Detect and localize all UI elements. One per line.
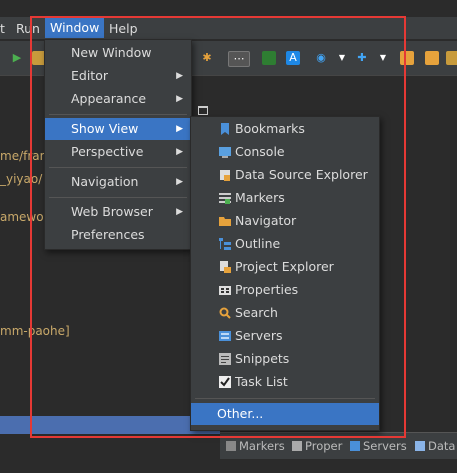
dropdown-icon[interactable]: ▼ bbox=[335, 51, 349, 65]
menu-item-appearance[interactable]: Appearance ▶ bbox=[45, 88, 191, 110]
menu-item-show-view[interactable]: Show View ▶ bbox=[45, 118, 191, 140]
menu-item-properties[interactable]: Properties bbox=[191, 279, 379, 301]
bookmark-icon bbox=[221, 123, 229, 135]
submenu-arrow-icon: ▶ bbox=[176, 71, 183, 81]
tool-icon[interactable]: ✱ bbox=[200, 51, 214, 65]
folder-icon bbox=[219, 217, 231, 226]
menu-separator bbox=[49, 167, 187, 168]
editor-line: amewor bbox=[0, 210, 49, 224]
tab-properties[interactable]: Proper bbox=[292, 439, 342, 453]
menu-file-partial[interactable]: t bbox=[0, 20, 5, 38]
folder-icon[interactable] bbox=[425, 51, 439, 65]
show-view-submenu: Bookmarks Console Data Source Explorer M… bbox=[190, 116, 380, 431]
globe-icon[interactable]: ◉ bbox=[314, 51, 328, 65]
project-explorer-icon bbox=[220, 261, 231, 273]
outline-icon bbox=[219, 238, 231, 250]
tab-markers[interactable]: Markers bbox=[226, 439, 285, 453]
menu-item-data-source-explorer[interactable]: Data Source Explorer bbox=[191, 164, 379, 186]
server-icon bbox=[219, 331, 231, 341]
menu-item-project-explorer[interactable]: Project Explorer bbox=[191, 256, 379, 278]
window-menu: New Window Editor ▶ Appearance ▶ Show View… bbox=[44, 39, 192, 250]
dropdown-icon[interactable]: ▼ bbox=[376, 51, 390, 65]
tab-servers[interactable]: Servers bbox=[350, 439, 407, 453]
submenu-arrow-icon: ▶ bbox=[176, 207, 183, 217]
menu-item-task-list[interactable]: Task List bbox=[191, 371, 379, 393]
bottom-view-tabs: Markers Proper Servers Data S bbox=[220, 432, 457, 459]
menu-help[interactable]: Help bbox=[109, 20, 138, 38]
properties-icon bbox=[292, 441, 302, 451]
menu-item-preferences[interactable]: Preferences bbox=[45, 224, 191, 246]
menu-item-navigator[interactable]: Navigator bbox=[191, 210, 379, 232]
console-icon bbox=[219, 147, 231, 158]
run-icon[interactable]: ▶ bbox=[10, 51, 24, 65]
menu-separator bbox=[195, 398, 375, 399]
submenu-arrow-icon: ▶ bbox=[176, 124, 183, 134]
submenu-arrow-icon: ▶ bbox=[176, 147, 183, 157]
open-folder-icon[interactable] bbox=[400, 51, 414, 65]
snippets-icon bbox=[219, 353, 231, 365]
submenu-arrow-icon: ▶ bbox=[176, 94, 183, 104]
menu-bar: t Run Window Help bbox=[0, 17, 457, 39]
ai-icon[interactable]: A bbox=[286, 51, 300, 65]
more-options-icon[interactable]: ⋯ bbox=[228, 51, 250, 67]
package-icon[interactable] bbox=[446, 51, 457, 65]
menu-item-outline[interactable]: Outline bbox=[191, 233, 379, 255]
menu-item-console[interactable]: Console bbox=[191, 141, 379, 163]
task-list-icon bbox=[219, 376, 231, 388]
menu-item-perspective[interactable]: Perspective ▶ bbox=[45, 141, 191, 163]
database-icon bbox=[415, 441, 425, 451]
menu-item-snippets[interactable]: Snippets bbox=[191, 348, 379, 370]
menu-item-web-browser[interactable]: Web Browser ▶ bbox=[45, 201, 191, 223]
menu-item-editor[interactable]: Editor ▶ bbox=[45, 65, 191, 87]
menu-item-other[interactable]: Other... bbox=[191, 403, 379, 425]
menu-run[interactable]: Run bbox=[16, 20, 40, 38]
menu-separator bbox=[49, 114, 187, 115]
editor-line: mm-paohe] bbox=[0, 324, 70, 338]
search-icon bbox=[219, 307, 231, 319]
menu-separator bbox=[49, 197, 187, 198]
chart-icon[interactable] bbox=[262, 51, 276, 65]
submenu-arrow-icon: ▶ bbox=[176, 177, 183, 187]
menu-item-servers[interactable]: Servers bbox=[191, 325, 379, 347]
editor-line: _yiyao/ bbox=[0, 172, 43, 186]
menu-window[interactable]: Window bbox=[45, 18, 105, 38]
menu-item-markers[interactable]: Markers bbox=[191, 187, 379, 209]
markers-icon bbox=[219, 193, 231, 204]
selected-line-highlight bbox=[0, 416, 220, 434]
menu-item-search[interactable]: Search bbox=[191, 302, 379, 324]
menu-item-navigation[interactable]: Navigation ▶ bbox=[45, 171, 191, 193]
new-element-icon[interactable]: ✚ bbox=[355, 51, 369, 65]
properties-icon bbox=[219, 286, 231, 295]
database-icon bbox=[220, 170, 230, 181]
view-icon bbox=[198, 106, 208, 115]
tab-data-source[interactable]: Data S bbox=[415, 439, 457, 453]
menu-item-bookmarks[interactable]: Bookmarks bbox=[191, 118, 379, 140]
markers-icon bbox=[226, 441, 236, 451]
menu-item-new-window[interactable]: New Window bbox=[45, 42, 191, 64]
server-icon bbox=[350, 441, 360, 451]
